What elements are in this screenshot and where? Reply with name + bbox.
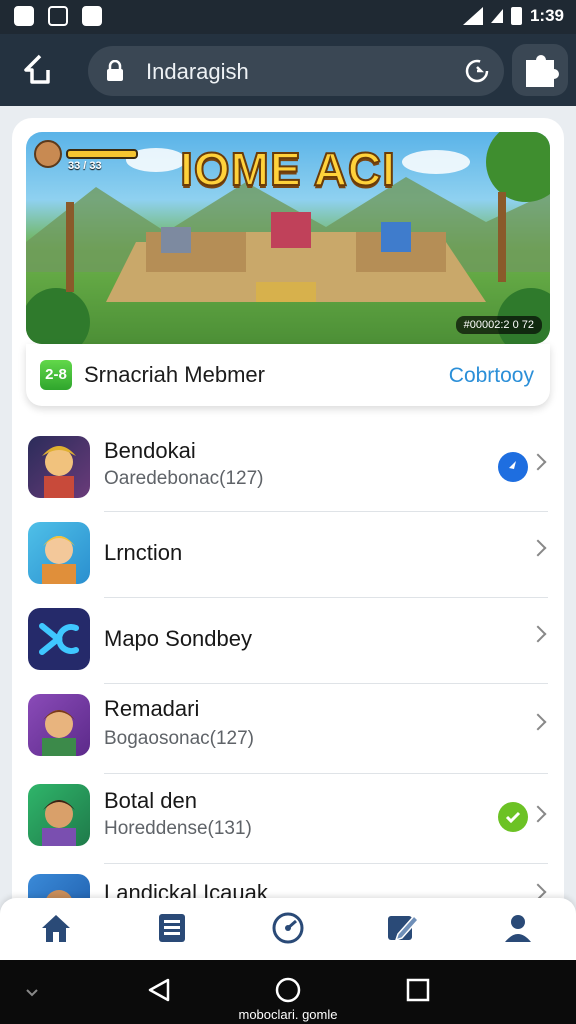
status-bar: 1:39 [0,0,576,34]
address-bar[interactable]: Indaragish [88,46,504,96]
list-item[interactable]: Remadari Bogaosonac(127) [12,684,564,774]
featured-game-banner[interactable]: IOME ACI 33 / 33 #00002:2 0 72 [26,132,550,344]
banner-action-link[interactable]: Cobrtooy [449,364,534,388]
app-title: Botal den [104,788,197,813]
clock: 1:39 [529,6,564,25]
chevron-down-icon[interactable] [22,982,42,1002]
battery-icon [510,7,522,25]
check-icon [498,802,528,832]
home-nav-icon[interactable] [274,976,302,1004]
logo-x-icon [28,608,90,670]
app-list: Bendokai Oaredebonac(127) Lrnction Mapo … [12,426,564,918]
bottom-navigation [0,898,576,960]
app-title: Mapo Sondbey [104,626,252,651]
back-nav-icon[interactable] [146,976,174,1004]
app-subtitle: Oaredebonac(127) [104,468,264,489]
navigation-icon [498,452,528,482]
app-title: Remadari [104,696,200,721]
hud-score: 33 / 33 [68,160,102,172]
green-avatar-icon [28,784,90,846]
speed-icon[interactable] [270,910,306,946]
chevron-right-icon [529,805,547,823]
app-title: Bendokai [104,438,196,463]
app-title: Lrnction [104,540,183,565]
list-item[interactable]: Lrnction [12,512,564,598]
chevron-right-icon [529,453,547,471]
hud-counter: #00002:2 0 72 [455,316,542,334]
signal-icon [490,9,503,23]
blonde-avatar-icon [28,522,90,584]
lock-icon [107,60,123,81]
banner-info-bar: 2-8 Srnacriah Mebmer Cobrtooy [26,344,550,406]
puzzle-icon [526,55,559,87]
watermark: moboclari. gomle [238,1007,338,1022]
extensions-button[interactable] [512,44,568,96]
chevron-right-icon [529,539,547,557]
back-arrow-icon [24,54,50,84]
edit-icon[interactable] [384,910,420,946]
wifi-icon [462,7,483,25]
hero-avatar-icon [28,436,90,498]
clapper-icon [14,6,34,26]
profile-icon[interactable] [500,910,536,946]
health-bar [66,149,138,159]
list-item[interactable]: Botal den Horeddense(131) [12,774,564,864]
recents-nav-icon[interactable] [404,976,432,1004]
purple-avatar-icon [28,694,90,756]
home-icon[interactable] [38,910,74,946]
list-item[interactable]: Mapo Sondbey [12,598,564,684]
player-avatar [34,140,62,168]
system-navigation-bar: moboclari. gomle [0,960,576,1024]
list-item[interactable]: Bendokai Oaredebonac(127) [12,426,564,512]
app-icon [82,6,102,26]
browser-toolbar: Indaragish [0,34,576,106]
notification-icon [48,6,68,26]
app-subtitle: Horeddense(131) [104,818,252,839]
url-text: Indaragish [146,59,249,84]
back-button[interactable] [18,48,62,92]
list-icon[interactable] [154,910,190,946]
main-card: IOME ACI 33 / 33 #00002:2 0 72 2-8 Srnac… [12,118,564,918]
app-subtitle: Bogaosonac(127) [104,728,254,749]
rating-badge: 2-8 [40,360,72,390]
chevron-right-icon [529,713,547,731]
banner-game-name: Srnacriah Mebmer [84,362,265,387]
refresh-icon[interactable] [464,58,490,84]
chevron-right-icon [529,625,547,643]
